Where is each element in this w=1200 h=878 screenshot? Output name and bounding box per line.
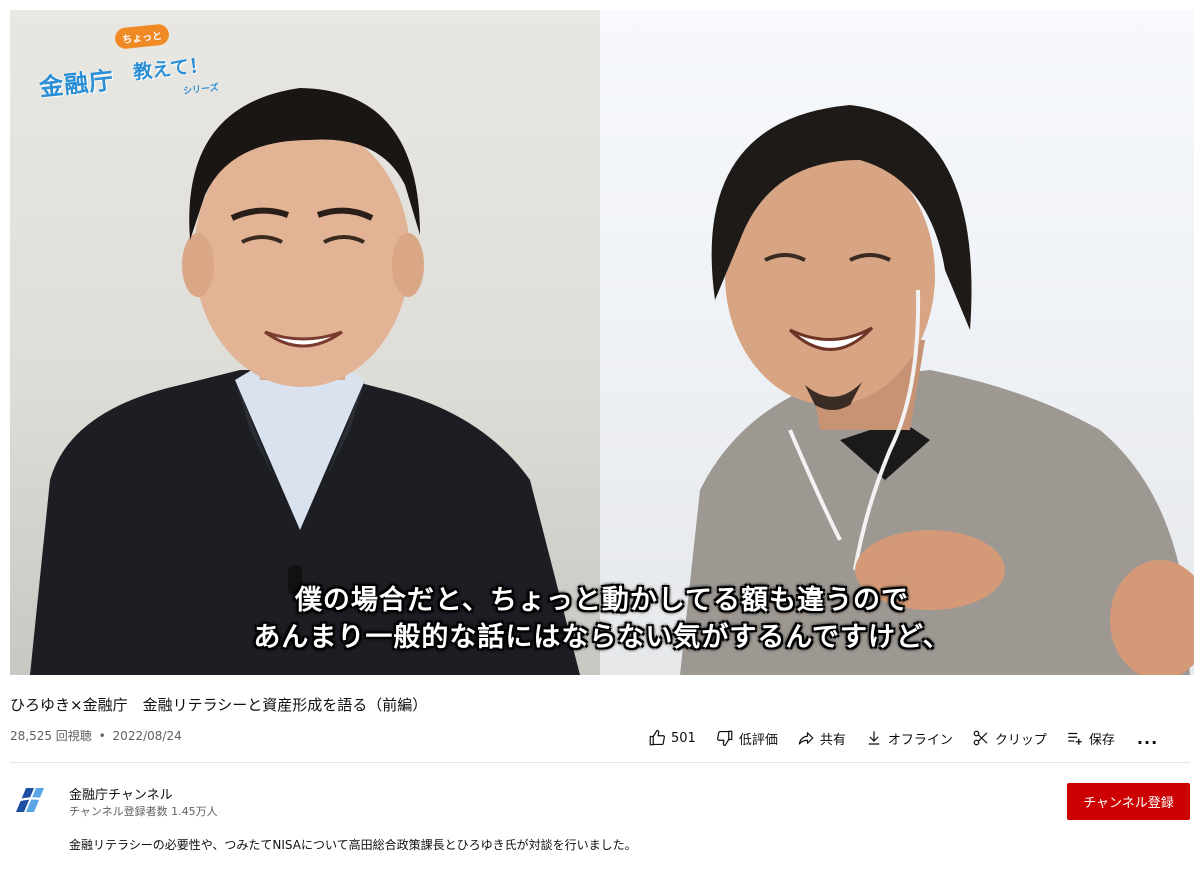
subtitle-line-2: あんまり一般的な話にはならない気がするんですけど、 bbox=[253, 622, 951, 653]
subscriber-count: チャンネル登録者数 1.45万人 bbox=[69, 805, 218, 818]
video-right-frame bbox=[600, 10, 1194, 675]
share-icon bbox=[798, 732, 814, 745]
save-button[interactable]: 保存 bbox=[1066, 729, 1115, 748]
download-icon bbox=[868, 731, 880, 745]
share-label: 共有 bbox=[819, 732, 846, 748]
video-left-frame: ちょっと 金融庁 教えて！ シリーズ bbox=[10, 10, 600, 675]
logo-kicker: ちょっと bbox=[114, 23, 170, 50]
publish-date: 2022/08/24 bbox=[112, 729, 182, 743]
video-player[interactable]: ちょっと 金融庁 教えて！ シリーズ 僕の場合だと、ちょっと動かしてる額も違うの… bbox=[10, 10, 1194, 675]
video-title: ひろゆき×金融庁 金融リテラシーと資産形成を語る（前編） bbox=[10, 696, 428, 714]
video-subtitle: 僕の場合だと、ちょっと動かしてる額も違うので あんまり一般的な話にはならない気が… bbox=[10, 582, 1194, 656]
share-button[interactable]: 共有 bbox=[797, 729, 846, 748]
save-label: 保存 bbox=[1088, 732, 1115, 748]
more-icon: ... bbox=[1136, 728, 1159, 748]
subtitle-line-1: 僕の場合だと、ちょっと動かしてる額も違うので bbox=[294, 585, 910, 616]
like-button[interactable]: 501 bbox=[648, 729, 696, 747]
clip-label: クリップ bbox=[994, 732, 1047, 748]
thumbs-down-icon bbox=[716, 730, 733, 747]
scissors-icon bbox=[973, 730, 988, 746]
video-description: 金融リテラシーの必要性や、つみたてNISAについて高田総合政策課長とひろゆき氏が… bbox=[69, 838, 637, 852]
offline-label: オフライン bbox=[887, 732, 953, 748]
view-count: 28,525 回視聴 bbox=[10, 729, 92, 743]
logo-main: 金融庁 bbox=[38, 66, 116, 102]
subscribe-button[interactable]: チャンネル登録 bbox=[1067, 783, 1190, 820]
divider bbox=[10, 762, 1190, 763]
offline-button[interactable]: オフライン bbox=[865, 729, 953, 748]
series-logo: ちょっと 金融庁 教えて！ シリーズ bbox=[35, 23, 225, 104]
channel-avatar[interactable] bbox=[12, 782, 48, 818]
like-count: 501 bbox=[671, 730, 696, 746]
logo-sub: 教えて！ bbox=[132, 54, 210, 84]
watch-page: ちょっと 金融庁 教えて！ シリーズ 僕の場合だと、ちょっと動かしてる額も違うの… bbox=[0, 0, 1200, 878]
right-speaker-illustration bbox=[680, 105, 1194, 675]
action-bar: 501 低評価 共有 オフライン クリップ 保存 ... bbox=[648, 726, 1158, 750]
clip-button[interactable]: クリップ bbox=[972, 729, 1047, 748]
more-actions-button[interactable]: ... bbox=[1137, 729, 1158, 748]
dislike-label: 低評価 bbox=[738, 732, 778, 748]
playlist-add-icon bbox=[1068, 732, 1082, 745]
dislike-button[interactable]: 低評価 bbox=[716, 729, 778, 748]
logo-series: シリーズ bbox=[182, 83, 220, 97]
meta-separator: • bbox=[98, 729, 106, 743]
left-speaker-illustration bbox=[30, 88, 580, 675]
channel-name[interactable]: 金融庁チャンネル bbox=[69, 784, 173, 803]
video-meta: 28,525 回視聴 • 2022/08/24 bbox=[10, 727, 182, 744]
thumbs-up-icon bbox=[649, 729, 665, 746]
